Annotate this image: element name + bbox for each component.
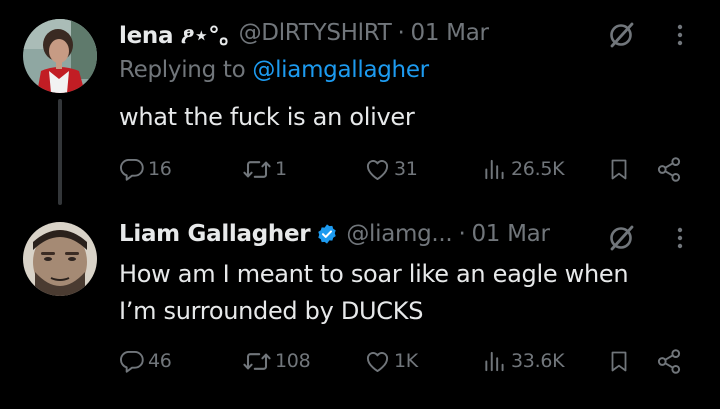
tweet-header: Liam Gallagher @liamg... · 01 Mar <box>119 218 550 250</box>
separator-dot: · <box>397 20 405 46</box>
avatar-image <box>23 19 97 93</box>
user-handle[interactable]: @DlRTYSHlRT <box>239 20 392 46</box>
user-handle[interactable]: @liamg... <box>346 221 452 247</box>
like-count: 31 <box>394 158 418 180</box>
like-button[interactable]: 31 <box>364 152 418 186</box>
repost-count: 108 <box>275 350 311 372</box>
verified-badge-icon <box>316 223 338 245</box>
tweet-header: lena ፆ⋆°｡ @DlRTYSHlRT · 01 Mar <box>119 17 489 49</box>
bookmark-button[interactable] <box>607 344 631 378</box>
replying-to: Replying to @liamgallagher <box>119 57 429 83</box>
share-button[interactable] <box>655 344 683 378</box>
like-icon <box>366 351 389 372</box>
bookmark-icon <box>611 159 627 179</box>
reply-icon <box>120 158 144 181</box>
bookmark-icon <box>611 351 627 371</box>
views-count: 33.6K <box>511 350 565 372</box>
share-icon <box>657 348 681 374</box>
tweet-text: what the fuck is an oliver <box>119 99 415 136</box>
reply-button[interactable]: 46 <box>118 344 172 378</box>
like-button[interactable]: 1K <box>364 344 418 378</box>
share-button[interactable] <box>655 152 683 186</box>
tweet-text-line: I’m surrounded by DUCKS <box>119 297 424 325</box>
views-icon <box>485 351 504 371</box>
grok-icon[interactable] <box>606 223 636 253</box>
repost-button[interactable]: 108 <box>242 344 311 378</box>
more-icon[interactable] <box>668 20 692 50</box>
tweet-text-line: what the fuck is an oliver <box>119 103 415 131</box>
repost-button[interactable]: 1 <box>242 152 287 186</box>
action-bar: 16 1 31 26.5K <box>0 152 720 186</box>
bookmark-button[interactable] <box>607 152 631 186</box>
share-icon <box>657 156 681 182</box>
display-name[interactable]: lena ፆ⋆°｡ <box>119 16 231 50</box>
views-count: 26.5K <box>511 158 565 180</box>
tweet-text-line: How am I meant to soar like an eagle whe… <box>119 260 629 288</box>
replying-to-mention[interactable]: @liamgallagher <box>252 57 429 83</box>
views-button[interactable]: 33.6K <box>482 344 565 378</box>
tweet-date[interactable]: 01 Mar <box>471 221 549 247</box>
views-button[interactable]: 26.5K <box>482 152 565 186</box>
action-bar: 46 108 1K 33.6K <box>0 344 720 378</box>
tweet-date[interactable]: 01 Mar <box>410 20 488 46</box>
reply-button[interactable]: 16 <box>118 152 172 186</box>
avatar[interactable] <box>23 19 97 93</box>
avatar[interactable] <box>23 222 97 296</box>
display-name[interactable]: Liam Gallagher <box>119 221 311 247</box>
like-icon <box>366 159 389 180</box>
replying-to-label: Replying to <box>119 57 253 83</box>
views-icon <box>485 159 504 179</box>
reply-count: 16 <box>148 158 172 180</box>
like-count: 1K <box>394 350 418 372</box>
separator-dot: · <box>458 221 466 247</box>
tweet-text: How am I meant to soar like an eagle whe… <box>119 256 629 330</box>
repost-icon <box>243 160 271 178</box>
avatar-image <box>23 222 97 296</box>
reply-count: 46 <box>148 350 172 372</box>
repost-icon <box>243 352 271 370</box>
more-icon[interactable] <box>668 223 692 253</box>
original-tweet[interactable]: Liam Gallagher @liamg... · 01 Mar How am… <box>0 205 720 409</box>
repost-count: 1 <box>275 158 287 180</box>
grok-icon[interactable] <box>606 20 636 50</box>
reply-tweet[interactable]: lena ፆ⋆°｡ @DlRTYSHlRT · 01 Mar Replying … <box>0 0 720 205</box>
reply-icon <box>120 350 144 373</box>
